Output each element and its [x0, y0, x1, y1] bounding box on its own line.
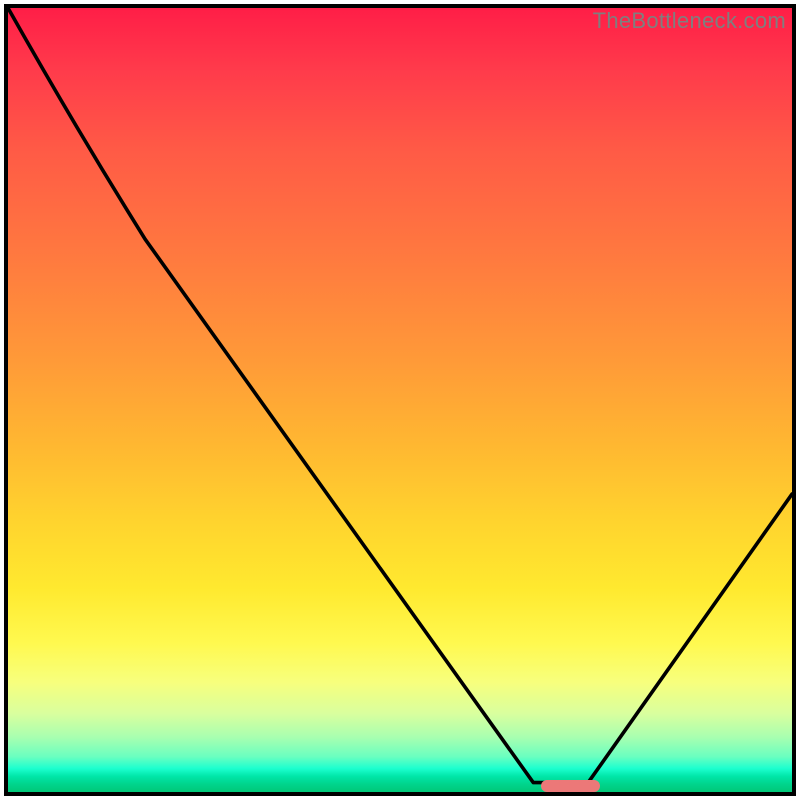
bottleneck-curve [8, 8, 792, 783]
chart-frame [4, 4, 796, 796]
optimal-range-marker [541, 780, 600, 792]
watermark-text: TheBottleneck.com [593, 8, 786, 34]
curve-overlay [8, 8, 792, 792]
